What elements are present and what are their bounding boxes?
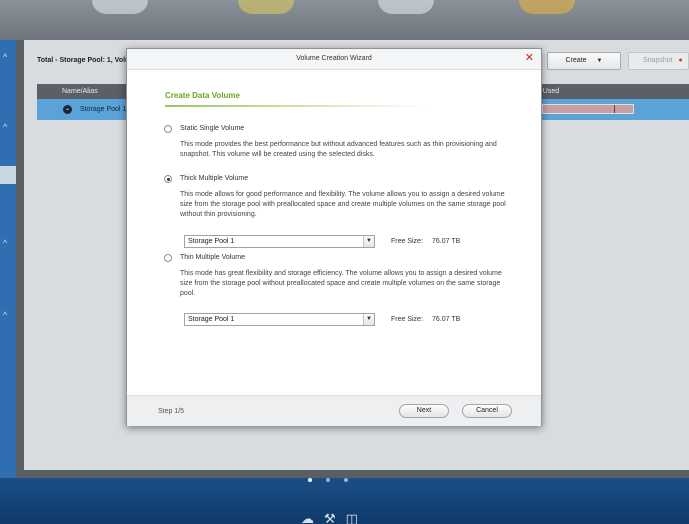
next-button[interactable]: Next — [399, 404, 449, 418]
option-desc-thin-multiple: This mode has great flexibility and stor… — [180, 270, 502, 297]
row-name: Storage Pool 1 — [80, 106, 127, 113]
chevron-down-icon[interactable]: ▼ — [363, 236, 374, 247]
select-value: Storage Pool 1 — [188, 238, 235, 245]
sidebar-selected-item[interactable] — [0, 166, 16, 184]
usage-bar — [542, 104, 634, 114]
column-header-name[interactable]: Name/Alias — [62, 84, 98, 99]
chevron-up-icon[interactable]: ^ — [3, 238, 7, 248]
free-size-value: 76.07 TB — [432, 238, 461, 245]
create-label: Create — [565, 57, 587, 64]
desktop-app-icon — [238, 0, 294, 14]
cancel-button[interactable]: Cancel — [462, 404, 512, 418]
close-icon[interactable]: ✕ — [525, 51, 534, 65]
dock: ☁ ⚒ ◫ — [301, 511, 358, 524]
step-indicator: Step 1/5 — [158, 408, 185, 415]
page-dot[interactable] — [344, 478, 348, 482]
tools-icon[interactable]: ⚒ — [324, 511, 336, 524]
page-dot[interactable] — [326, 478, 330, 482]
snapshot-label: Snapshot — [643, 57, 673, 64]
free-size-value: 76.07 TB — [432, 316, 461, 323]
snapshot-button[interactable]: Snapshot ● — [628, 52, 689, 70]
page-dots — [308, 478, 348, 482]
option-desc-thick-multiple: This mode allows for good performance an… — [180, 191, 506, 218]
chevron-up-icon[interactable]: ^ — [3, 52, 7, 62]
chevron-up-icon[interactable]: ^ — [3, 310, 7, 320]
page-dot[interactable] — [308, 478, 312, 482]
create-button[interactable]: Create ▼ — [547, 52, 621, 70]
total-prefix: Total - — [37, 57, 58, 64]
desktop-top-strip — [0, 0, 689, 40]
volume-creation-wizard: Volume Creation Wizard ✕ Create Data Vol… — [126, 48, 542, 426]
caret-down-icon: ▼ — [596, 58, 603, 64]
section-title: Create Data Volume — [165, 91, 240, 100]
panel-icon[interactable]: ◫ — [346, 511, 358, 524]
total-text: Storage Pool: 1, Volu — [59, 57, 130, 64]
chevron-down-icon[interactable]: ▼ — [363, 314, 374, 325]
chevron-up-icon[interactable]: ^ — [3, 122, 7, 132]
storage-pool-select-thick[interactable]: Storage Pool 1 ▼ — [184, 235, 375, 248]
free-size-label: Free Size: — [391, 238, 423, 245]
desktop-app-icon — [92, 0, 148, 14]
dialog-footer: Step 1/5 Next Cancel — [127, 395, 541, 426]
desktop-app-icon — [519, 0, 575, 14]
dialog-title: Volume Creation Wizard — [296, 55, 372, 62]
radio-thick-multiple-volume[interactable] — [164, 175, 172, 183]
option-label-static-single[interactable]: Static Single Volume — [180, 125, 244, 132]
option-label-thick-multiple[interactable]: Thick Multiple Volume — [180, 175, 248, 182]
expand-toggle-icon[interactable]: ⌄ — [63, 105, 72, 114]
cloud-icon[interactable]: ☁ — [301, 511, 314, 524]
left-sidebar: ^ ^ ^ ^ — [0, 40, 16, 478]
free-size-label: Free Size: — [391, 316, 423, 323]
total-summary: Total - Storage Pool: 1, Volu — [37, 57, 129, 64]
storage-pool-select-thin[interactable]: Storage Pool 1 ▼ — [184, 313, 375, 326]
snapshot-icon: ● — [678, 57, 683, 64]
option-label-thin-multiple[interactable]: Thin Multiple Volume — [180, 254, 245, 261]
option-desc-static-single: This mode provides the best performance … — [180, 141, 497, 158]
select-value: Storage Pool 1 — [188, 316, 235, 323]
desktop-app-icon — [378, 0, 434, 14]
dialog-titlebar: Volume Creation Wizard — [127, 49, 541, 70]
radio-static-single-volume[interactable] — [164, 125, 172, 133]
radio-thin-multiple-volume[interactable] — [164, 254, 172, 262]
section-divider — [165, 105, 427, 107]
